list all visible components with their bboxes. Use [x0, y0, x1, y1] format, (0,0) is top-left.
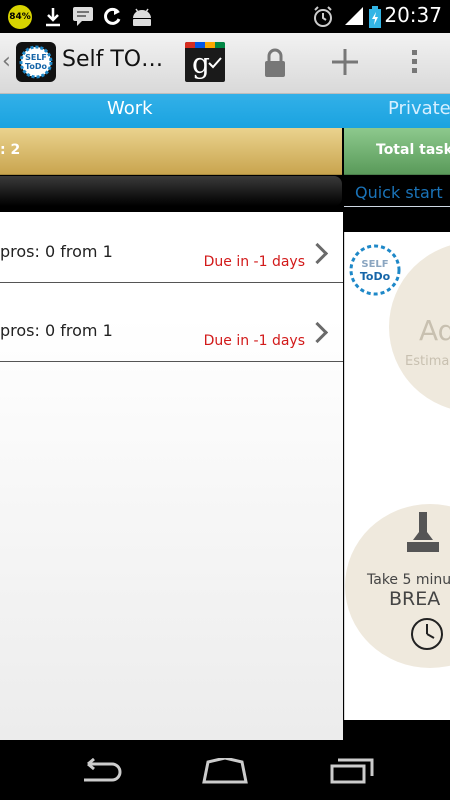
add-icon[interactable]	[330, 47, 360, 77]
estimate-text: Estima	[405, 354, 450, 369]
clock-icon	[411, 618, 443, 650]
home-icon[interactable]	[200, 758, 250, 784]
task-row[interactable]: pros: 0 from 1 Due in -1 days	[0, 212, 343, 283]
app-logo[interactable]: SELF ToDo	[16, 42, 56, 82]
app-title: Self TO…	[62, 47, 164, 72]
check-icon	[208, 57, 222, 69]
quick-start-link[interactable]: Quick start	[355, 183, 443, 202]
break-text-top: Take 5 minu	[367, 572, 450, 588]
signal-icon	[345, 7, 363, 25]
battery-icon	[369, 6, 381, 28]
up-chevron-icon[interactable]: ‹	[2, 49, 11, 74]
total-tasks-label: Total tasks	[376, 142, 450, 158]
task-due: Due in -1 days	[203, 254, 305, 270]
google-tasks-button[interactable]: g	[185, 42, 225, 82]
self-todo-logo-icon: SELF ToDo	[19, 45, 53, 79]
logo-text-top: SELF	[25, 53, 47, 62]
chevron-right-icon	[306, 321, 329, 344]
tab-work[interactable]: Work	[107, 98, 153, 119]
task-pomos: pros: 0 from 1	[0, 321, 113, 340]
status-bar: 84% 20:37	[0, 0, 450, 33]
self-todo-logo-icon: SELF ToDo	[349, 244, 401, 296]
divider	[344, 206, 450, 207]
battery-percent-text: 84%	[9, 12, 31, 22]
logo-text-bottom: ToDo	[25, 62, 48, 71]
download-icon	[46, 8, 60, 27]
battery-percent-icon: 84%	[8, 5, 32, 29]
tab-private[interactable]: Private	[388, 98, 450, 119]
back-icon[interactable]	[78, 758, 122, 784]
progress-bar	[0, 176, 342, 206]
clock: 20:37	[384, 3, 442, 27]
action-bar: ‹ SELF ToDo Self TO… g	[0, 33, 450, 94]
refresh-icon	[104, 7, 121, 25]
stamp-icon	[407, 512, 439, 552]
right-panel: SELF ToDo Ad Estima Take 5 minu BREA	[344, 232, 450, 720]
stats-bar-right: Total tasks	[344, 128, 450, 175]
overflow-menu-icon[interactable]	[410, 47, 420, 77]
task-due: Due in -1 days	[203, 333, 305, 349]
add-text: Ad	[419, 314, 450, 347]
stats-left-text: : 2	[0, 142, 21, 158]
recent-apps-icon[interactable]	[328, 758, 374, 784]
alarm-icon	[314, 6, 332, 27]
task-pomos: pros: 0 from 1	[0, 242, 113, 261]
message-icon	[73, 7, 93, 26]
tab-bar: Work Private	[0, 94, 450, 128]
chevron-right-icon	[306, 242, 329, 265]
break-text-bottom: BREA	[389, 588, 441, 610]
task-row[interactable]: pros: 0 from 1 Due in -1 days	[0, 291, 343, 362]
stats-bar-left: : 2	[0, 128, 342, 175]
panel-logo-top: SELF	[361, 259, 388, 270]
task-list: pros: 0 from 1 Due in -1 days pros: 0 fr…	[0, 212, 343, 740]
take-break-button[interactable]: Take 5 minu BREA	[345, 504, 450, 668]
panel-logo-bottom: ToDo	[360, 270, 391, 283]
android-icon	[133, 8, 151, 26]
lock-icon[interactable]	[262, 47, 288, 79]
navigation-bar	[0, 740, 450, 800]
